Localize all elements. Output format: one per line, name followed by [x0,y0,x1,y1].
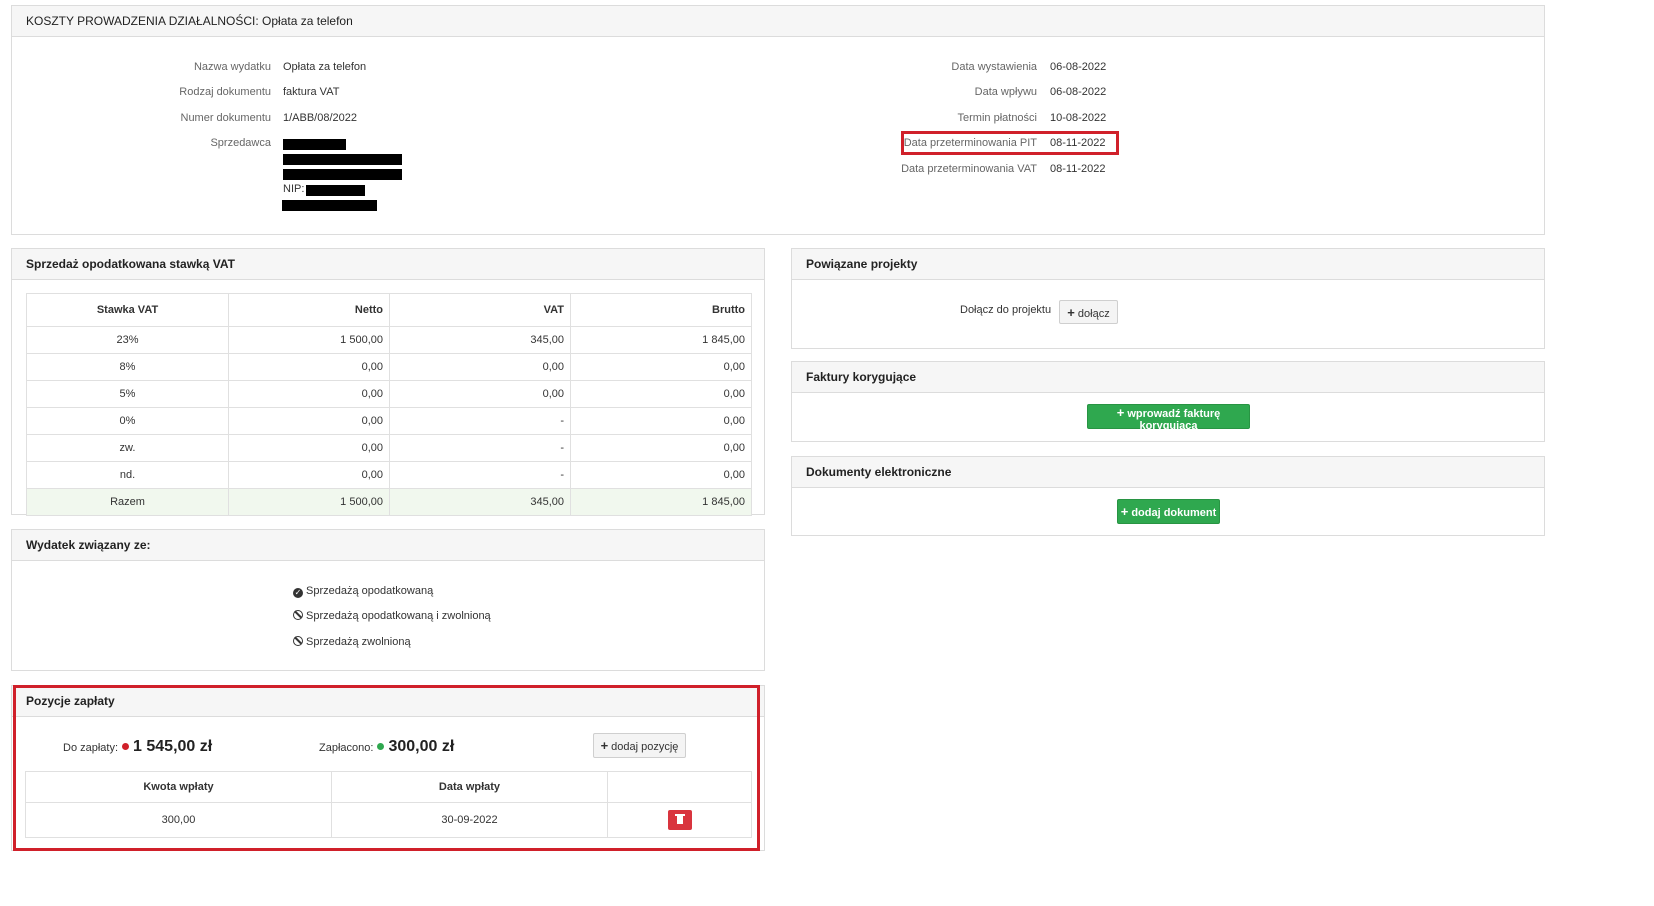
seller-label: Sprzedawca [210,137,271,149]
option-label: Sprzedażą zwolnioną [306,636,411,648]
col-vat: VAT [389,293,571,327]
doc-type-label: Rodzaj dokumentu [179,86,271,98]
vat-rate-cell: nd. [26,461,229,489]
table-row: 5% 0,00 0,00 0,00 [26,380,752,408]
seller-nip-prefix: NIP: [283,183,305,195]
net-cell: 0,00 [228,434,390,462]
vat-cell: - [389,461,571,489]
seller-redacted-line [283,139,346,150]
option-label: Sprzedażą opodatkowaną [306,585,434,597]
issue-date-value: 06-08-2022 [1050,61,1107,73]
edocs-title: Dokumenty elektroniczne [792,457,1544,488]
total-label-cell: Razem [26,488,229,516]
vat-cell: 0,00 [389,353,571,381]
expense-details-panel: KOSZTY PROWADZENIA DZIAŁALNOŚCI: Opłata … [11,5,1545,235]
payments-highlight [13,685,760,851]
join-project-label: Dołącz do projektu [960,304,1052,316]
table-row: nd. 0,00 - 0,00 [26,461,752,489]
col-vat-rate: Stawka VAT [26,293,229,327]
due-date-value: 10-08-2022 [1050,112,1107,124]
ban-icon [293,610,303,620]
doc-type-value: faktura VAT [283,86,340,98]
due-date-label: Termin płatności [957,112,1037,124]
vat-cell: - [389,407,571,435]
gross-cell: 0,00 [570,434,752,462]
gross-cell: 0,00 [570,461,752,489]
expense-name-label: Nazwa wydatku [193,61,271,73]
seller-redacted-line [283,169,402,180]
vat-rate-cell: 0% [26,407,229,435]
related-sales-panel: Wydatek związany ze: ✓ Sprzedażą opodatko… [11,529,765,671]
vat-cell: - [389,434,571,462]
table-row: 0% 0,00 - 0,00 [26,407,752,435]
pit-overdue-highlight [901,131,1119,155]
net-cell: 0,00 [228,353,390,381]
total-vat-cell: 345,00 [389,488,571,516]
option-label: Sprzedażą opodatkowaną i zwolnioną [306,610,491,622]
plus-icon: + [1067,304,1075,320]
seller-redacted-line [283,154,402,165]
ban-icon [293,636,303,646]
gross-cell: 1 845,00 [570,326,752,354]
vat-rate-cell: 8% [26,353,229,381]
table-total-row: Razem 1 500,00 345,00 1 845,00 [26,488,752,516]
plus-icon: + [1116,405,1125,420]
total-gross-cell: 1 845,00 [570,488,752,516]
total-net-cell: 1 500,00 [228,488,390,516]
doc-number-label: Numer dokumentu [180,112,272,124]
option-taxed-and-exempt-sales[interactable]: Sprzedażą opodatkowaną i zwolnioną [293,610,491,622]
table-row: zw. 0,00 - 0,00 [26,434,752,462]
gross-cell: 0,00 [570,380,752,408]
option-exempt-sales[interactable]: Sprzedażą zwolnioną [293,636,411,648]
add-document-button[interactable]: + dodaj dokument [1117,499,1220,524]
vat-sales-title: Sprzedaż opodatkowana stawką VAT [12,249,764,280]
vat-rate-cell: 23% [26,326,229,354]
table-row: 8% 0,00 0,00 0,00 [26,353,752,381]
net-cell: 0,00 [228,380,390,408]
join-project-button-label: dołącz [1077,307,1110,320]
receipt-date-value: 06-08-2022 [1050,86,1107,98]
vat-rate-cell: zw. [26,434,229,462]
vat-sales-panel: Sprzedaż opodatkowana stawką VAT Stawka … [11,248,765,516]
projects-title: Powiązane projekty [792,249,1544,280]
vat-sales-table: Stawka VAT Netto VAT Brutto 23% 1 500,00… [26,293,752,516]
col-net: Netto [228,293,390,327]
expense-name-value: Opłata za telefon [283,61,367,73]
table-row: 23% 1 500,00 345,00 1 845,00 [26,326,752,354]
edocs-panel: Dokumenty elektroniczne + dodaj dokument [791,456,1545,536]
add-document-label: dodaj dokument [1131,507,1217,519]
doc-number-value: 1/ABB/08/2022 [283,112,358,124]
net-cell: 0,00 [228,461,390,489]
vat-rate-cell: 5% [26,380,229,408]
add-correction-label: wprowadź fakturę korygującą [1127,408,1221,432]
net-cell: 1 500,00 [228,326,390,354]
vat-cell: 345,00 [389,326,571,354]
vat-overdue-value: 08-11-2022 [1050,163,1106,175]
seller-redacted-line [282,200,377,211]
gross-cell: 0,00 [570,407,752,435]
check-circle-icon: ✓ [293,588,303,598]
related-sales-title: Wydatek związany ze: [12,530,764,561]
table-header-row: Stawka VAT Netto VAT Brutto [26,293,752,327]
join-project-button[interactable]: + dołącz [1059,300,1118,324]
corrections-title: Faktury korygujące [792,362,1544,393]
col-gross: Brutto [570,293,752,327]
issue-date-label: Data wystawienia [951,61,1037,73]
projects-panel: Powiązane projekty Dołącz do projektu + d… [791,248,1545,349]
net-cell: 0,00 [228,407,390,435]
add-correction-invoice-button[interactable]: + wprowadź fakturę korygującą [1087,404,1250,432]
corrections-panel: Faktury korygujące + wprowadź fakturę kor… [791,361,1545,442]
page-title: KOSZTY PROWADZENIA DZIAŁALNOŚCI: Opłata … [12,6,1544,37]
plus-icon: + [1120,504,1129,519]
vat-cell: 0,00 [389,380,571,408]
gross-cell: 0,00 [570,353,752,381]
vat-overdue-label: Data przeterminowania VAT [901,163,1037,175]
option-taxed-sales[interactable]: ✓ Sprzedażą opodatkowaną [293,585,433,598]
receipt-date-label: Data wpływu [974,86,1037,98]
seller-nip-redacted [306,185,365,196]
